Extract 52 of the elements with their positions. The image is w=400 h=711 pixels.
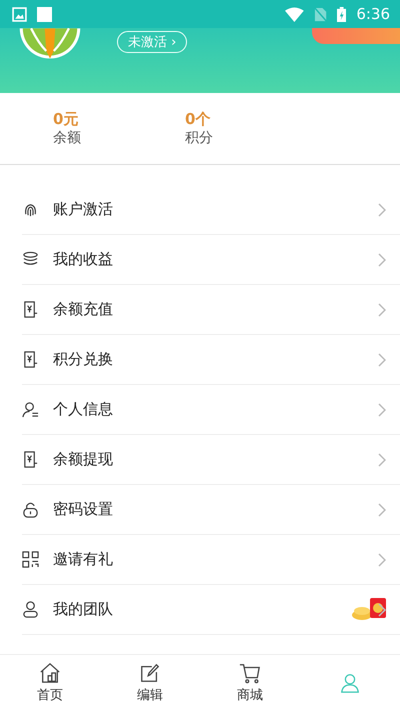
menu-label: 个人信息 <box>53 400 113 419</box>
menu-item[interactable]: 个人信息 <box>22 385 400 435</box>
lock-icon <box>22 501 39 518</box>
menu-item[interactable]: 邀请有礼 <box>22 535 400 585</box>
chevron-right-icon <box>378 402 386 416</box>
receipt-icon <box>22 351 39 368</box>
menu-label: 我的收益 <box>53 250 113 269</box>
menu-label: 账户激活 <box>53 200 113 219</box>
stat-label: 余额 <box>53 129 81 147</box>
coin-stack-icon <box>22 251 39 268</box>
chevron-right-icon <box>378 602 386 616</box>
image-icon <box>12 6 27 22</box>
clock: 6:36 <box>356 5 390 23</box>
menu-item[interactable]: 密码设置 <box>22 485 400 535</box>
person-icon <box>339 672 361 694</box>
menu-label: 密码设置 <box>53 500 113 519</box>
menu-item[interactable]: 余额充值 <box>22 285 400 335</box>
cart-icon <box>239 662 261 684</box>
tab[interactable]: 编辑 <box>100 655 200 711</box>
chevron-right-icon <box>378 502 386 516</box>
menu-item[interactable]: 积分兑换 <box>22 335 400 385</box>
menu-item[interactable]: 我的收益 <box>22 235 400 285</box>
menu-item[interactable]: 账户激活 <box>22 185 400 235</box>
edit-icon <box>139 662 161 684</box>
chevron-right-icon <box>378 452 386 466</box>
stat-value: 0个 <box>185 110 210 129</box>
menu-label: 邀请有礼 <box>53 550 113 569</box>
chevron-right-icon <box>378 252 386 266</box>
wifi-icon <box>285 6 304 22</box>
tab[interactable]: 首页 <box>0 655 100 711</box>
qr-code-icon <box>22 551 39 568</box>
profile-icon <box>22 401 39 418</box>
receipt-icon <box>22 451 39 468</box>
menu-item[interactable]: 余额提现 <box>22 435 400 485</box>
person-icon <box>22 601 39 618</box>
menu-label: 余额充值 <box>53 300 113 319</box>
menu-label: 积分兑换 <box>53 350 113 369</box>
battery-icon <box>336 6 346 22</box>
no-sim-icon <box>314 6 327 22</box>
tab[interactable]: 商城 <box>200 655 300 711</box>
square-icon <box>37 6 52 22</box>
chevron-right-icon <box>378 202 386 216</box>
menu-label: 余额提现 <box>53 450 113 469</box>
chevron-right-icon <box>378 552 386 566</box>
chevron-right-icon <box>378 302 386 316</box>
menu-label: 我的团队 <box>53 600 113 619</box>
house-icon <box>39 662 61 684</box>
receipt-icon <box>22 301 39 318</box>
stat-value: 0元 <box>53 110 78 129</box>
menu-item[interactable]: 我的团队 <box>22 585 400 635</box>
stat-label: 积分 <box>185 129 213 147</box>
chevron-right-icon <box>378 352 386 366</box>
